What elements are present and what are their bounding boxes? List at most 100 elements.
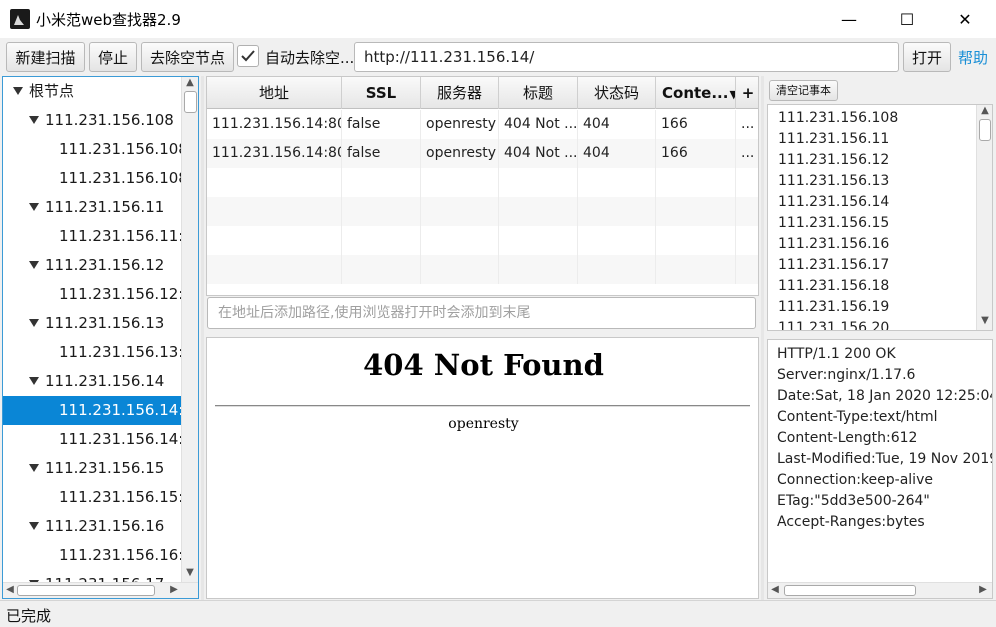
host-tree[interactable]: 根节点 111.231.156.108 111.231.156.108:80 111.… [2,76,199,599]
cell-title [499,226,578,255]
tree-horizontal-scrollbar[interactable]: ◀ ▶ [3,582,198,598]
table-row[interactable] [207,255,758,284]
tree-root-node[interactable]: 根节点 [3,77,181,106]
expand-arrow-icon[interactable] [29,116,39,124]
table-row[interactable]: 111.231.156.14:80 false openresty 404 Not .… [207,110,758,139]
tree-host-node[interactable]: 111.231.156.15 [3,454,181,483]
remove-empty-nodes-button[interactable]: 去除空节点 [141,42,234,72]
web-heading: 404 Not Found [363,348,604,382]
tree-port-node[interactable]: 111.231.156.108:443 [3,164,181,193]
cell-address [207,255,342,284]
tree-port-node[interactable]: 111.231.156.13:443 [3,338,181,367]
response-headers-area[interactable]: HTTP/1.1 200 OK Server:nginx/1.17.6 Date:S… [767,339,993,599]
tree-port-node[interactable]: 111.231.156.11:443 [3,222,181,251]
tree-hscroll-thumb[interactable] [17,585,155,596]
column-header-ssl[interactable]: SSL [342,77,421,109]
scroll-right-icon[interactable]: ▶ [976,584,990,595]
notepad-area[interactable]: 111.231.156.108 111.231.156.11 111.231.156… [767,104,993,331]
table-row[interactable] [207,168,758,197]
expand-arrow-icon[interactable] [29,261,39,269]
headers-hscroll-thumb[interactable] [784,585,916,596]
cell-more [736,226,758,255]
expand-arrow-icon[interactable] [29,377,39,385]
web-preview: 404 Not Found openresty [206,337,759,599]
tree-port-node[interactable]: 111.231.156.12:443 [3,280,181,309]
tree-host-node[interactable]: 111.231.156.13 [3,309,181,338]
cell-more [736,168,758,197]
scroll-down-icon[interactable]: ▼ [978,315,992,326]
scroll-down-icon[interactable]: ▼ [183,567,197,578]
cell-status [578,168,656,197]
help-link[interactable]: 帮助 [958,47,988,68]
table-row[interactable] [207,226,758,255]
notepad-line: 111.231.156.15 [778,215,890,231]
column-menu-button[interactable]: + [736,77,758,109]
column-header-content-label: Conte... [662,84,729,102]
scroll-up-icon[interactable]: ▲ [978,105,992,116]
cell-ssl [342,197,421,226]
tree-host-node[interactable]: 111.231.156.11 [3,193,181,222]
tree-port-node[interactable]: 111.231.156.14:80 [3,396,181,425]
tree-host-node[interactable]: 111.231.156.12 [3,251,181,280]
column-header-address[interactable]: 地址 [207,77,342,109]
auto-remove-checkbox[interactable] [237,45,259,67]
expand-arrow-icon[interactable] [29,522,39,530]
cell-status [578,255,656,284]
url-input[interactable]: http://111.231.156.14/ [354,42,899,72]
scroll-left-icon[interactable]: ◀ [3,584,17,595]
tree-port-node[interactable]: 111.231.156.108:80 [3,135,181,164]
cell-more [736,197,758,226]
tree-host-node[interactable]: 111.231.156.108 [3,106,181,135]
tree-node-label: 111.231.156.108:80 [59,140,181,158]
tree-host-node[interactable]: 111.231.156.16 [3,512,181,541]
split-divider-right[interactable] [761,76,764,600]
tree-port-node[interactable]: 111.231.156.14:443 [3,425,181,454]
tree-node-label: 111.231.156.13:443 [59,343,181,361]
expand-arrow-icon[interactable] [29,464,39,472]
column-header-server[interactable]: 服务器 [421,77,499,109]
cell-ssl [342,168,421,197]
minimize-button[interactable]: — [820,0,878,38]
notepad-line: 111.231.156.108 [778,110,899,126]
notepad-line: 111.231.156.12 [778,152,890,168]
new-scan-button[interactable]: 新建扫描 [6,42,85,72]
tree-port-node[interactable]: 111.231.156.15:443 [3,483,181,512]
table-row[interactable]: 111.231.156.14:80 false openresty 404 Not .… [207,139,758,168]
maximize-button[interactable]: ☐ [878,0,936,38]
cell-more [736,255,758,284]
scroll-up-icon[interactable]: ▲ [183,77,197,88]
tree-port-node[interactable]: 111.231.156.16:443 [3,541,181,570]
open-button[interactable]: 打开 [903,42,951,72]
web-server-text: openresty [448,416,519,432]
close-button[interactable]: ✕ [936,0,994,38]
tree-scroll-thumb[interactable] [184,91,197,113]
tree-host-node[interactable]: 111.231.156.14 [3,367,181,396]
cell-ssl: false [342,110,421,139]
table-row[interactable] [207,197,758,226]
notepad-scroll-thumb[interactable] [979,119,991,141]
cell-content-length: 166 [656,139,736,168]
tree-node-label: 111.231.156.14 [45,372,165,390]
response-header-line: Last-Modified:Tue, 19 Nov 2019 [777,451,993,467]
notepad-line: 111.231.156.11 [778,131,890,147]
tree-node-label: 111.231.156.15 [45,459,165,477]
column-header-title[interactable]: 标题 [499,77,578,109]
column-header-content[interactable]: Conte...▼ [656,77,736,109]
path-input[interactable]: 在地址后添加路径,使用浏览器打开时会添加到末尾 [207,297,756,329]
scroll-right-icon[interactable]: ▶ [167,584,181,595]
column-header-status[interactable]: 状态码 [578,77,656,109]
expand-arrow-icon[interactable] [29,203,39,211]
notepad-vertical-scrollbar[interactable]: ▲ ▼ [976,105,992,330]
cell-content-length: 166 [656,110,736,139]
headers-horizontal-scrollbar[interactable]: ◀ ▶ [768,582,992,598]
expand-arrow-icon[interactable] [13,87,23,95]
tree-node-label: 111.231.156.12:443 [59,285,181,303]
expand-arrow-icon[interactable] [29,319,39,327]
tree-node-label: 111.231.156.11:443 [59,227,181,245]
clear-notepad-button[interactable]: 清空记事本 [769,80,838,101]
results-table: 地址 SSL 服务器 标题 状态码 Conte...▼ + 111.231.15… [206,76,759,296]
stop-button[interactable]: 停止 [89,42,137,72]
tree-vertical-scrollbar[interactable]: ▲ ▼ [181,77,198,582]
split-divider-left[interactable] [201,76,204,600]
scroll-left-icon[interactable]: ◀ [768,584,782,595]
